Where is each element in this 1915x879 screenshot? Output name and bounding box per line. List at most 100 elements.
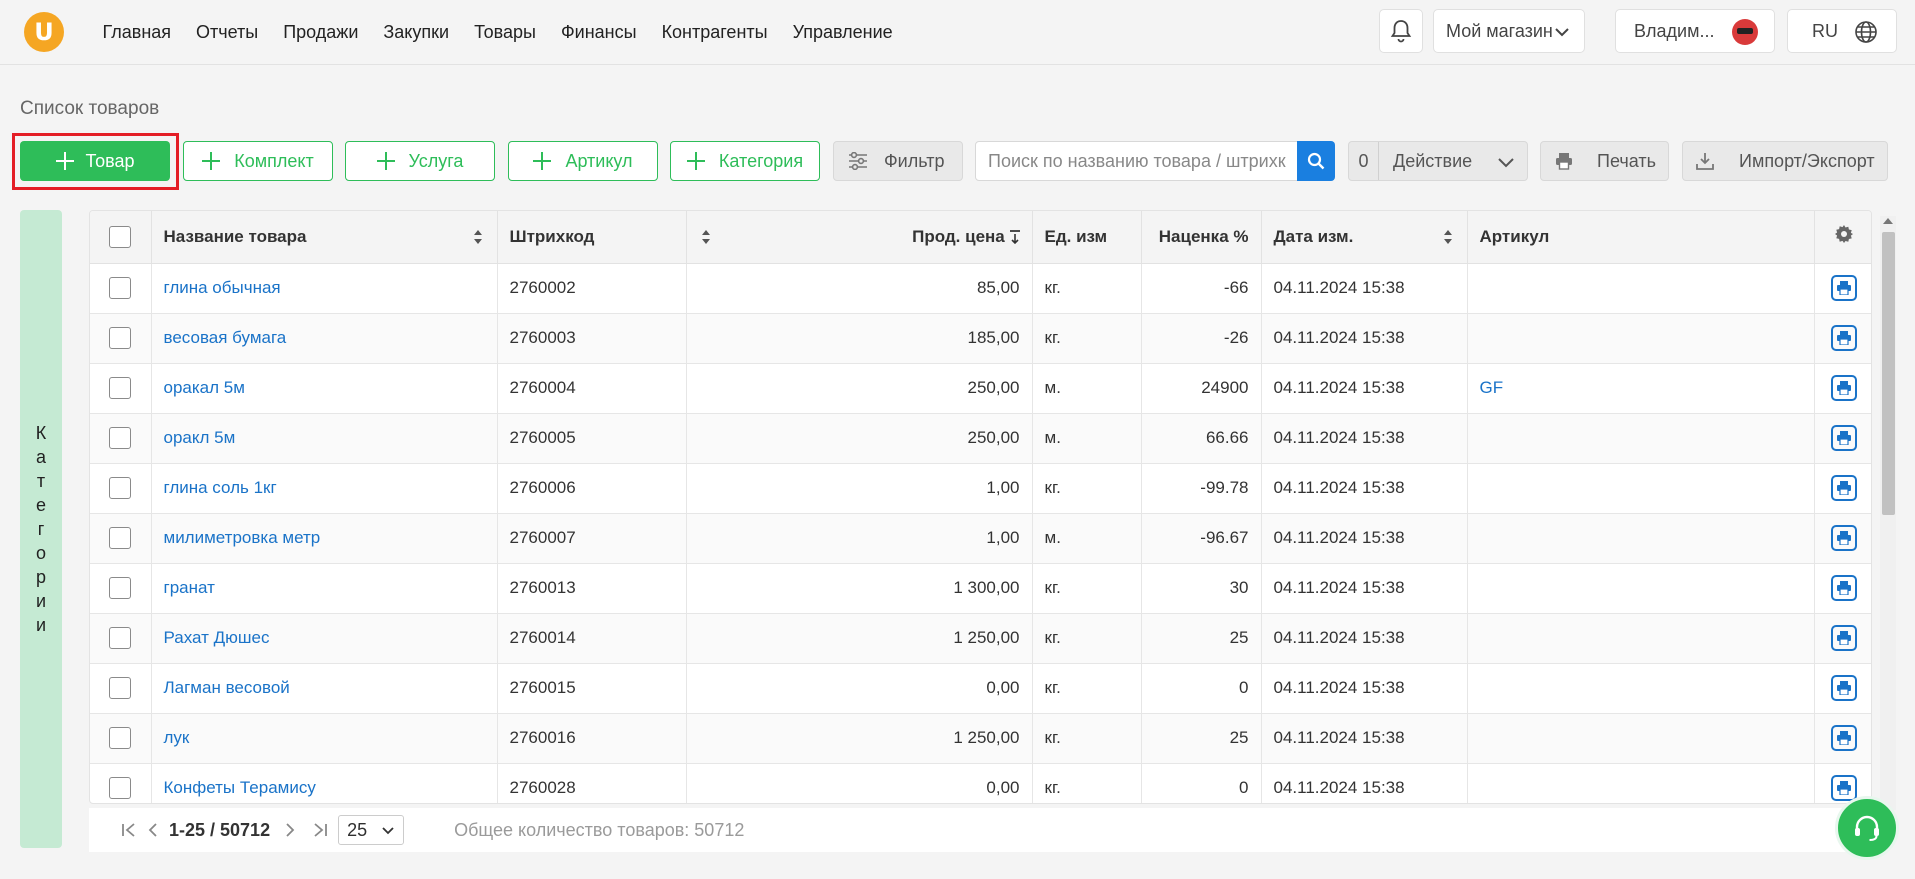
- product-name-link[interactable]: глина обычная: [151, 263, 498, 314]
- printer-icon[interactable]: [1830, 425, 1857, 451]
- row-checkbox[interactable]: [109, 327, 132, 349]
- select-all-checkbox[interactable]: [109, 225, 132, 248]
- row-checkbox[interactable]: [109, 277, 132, 299]
- action-dropdown[interactable]: 0 Действие: [1348, 141, 1528, 181]
- next-page-icon[interactable]: [284, 822, 296, 838]
- user-menu[interactable]: Владим...: [1615, 9, 1775, 53]
- row-checkbox[interactable]: [109, 627, 132, 649]
- nav-item-sales[interactable]: Продажи: [271, 22, 371, 43]
- first-page-icon[interactable]: [121, 822, 137, 838]
- product-name-link[interactable]: лук: [151, 713, 498, 764]
- scrollbar-thumb[interactable]: [1882, 232, 1895, 515]
- gear-icon[interactable]: [1834, 224, 1854, 244]
- table-row[interactable]: лук 2760016 1 250,00 кг. 25 04.11.2024 1…: [90, 713, 1871, 764]
- row-checkbox[interactable]: [109, 727, 132, 749]
- print-button[interactable]: Печать: [1540, 141, 1669, 181]
- nav-item-home[interactable]: Главная: [90, 22, 184, 43]
- scroll-up-arrow[interactable]: [1883, 218, 1893, 224]
- article-cell[interactable]: [1467, 513, 1815, 564]
- article-cell[interactable]: [1467, 763, 1815, 803]
- import-export-button[interactable]: Импорт/Экспорт: [1682, 141, 1888, 181]
- last-page-icon[interactable]: [312, 822, 328, 838]
- column-header-article[interactable]: Артикул: [1467, 211, 1815, 264]
- notifications-button[interactable]: [1379, 9, 1423, 53]
- column-header-name[interactable]: Название товара: [151, 211, 498, 264]
- row-checkbox[interactable]: [109, 677, 132, 699]
- table-row[interactable]: глина обычная 2760002 85,00 кг. -66 04.1…: [90, 263, 1871, 314]
- product-name-link[interactable]: гранат: [151, 563, 498, 614]
- article-cell[interactable]: [1467, 413, 1815, 464]
- table-row[interactable]: весовая бумага 2760003 185,00 кг. -26 04…: [90, 313, 1871, 364]
- column-header-date[interactable]: Дата изм.: [1261, 211, 1468, 264]
- table-row[interactable]: милиметровка метр 2760007 1,00 м. -96.67…: [90, 513, 1871, 564]
- product-name-link[interactable]: оракл 5м: [151, 413, 498, 464]
- printer-icon[interactable]: [1830, 675, 1857, 701]
- row-checkbox[interactable]: [109, 777, 132, 799]
- add-category-label: Категория: [718, 150, 804, 171]
- table-row[interactable]: Конфеты Терамису 2760028 0,00 кг. 0 04.1…: [90, 763, 1871, 803]
- product-name-link[interactable]: Конфеты Терамису: [151, 763, 498, 803]
- filter-button[interactable]: Фильтр: [833, 141, 963, 181]
- table-row[interactable]: Рахат Дюшес 2760014 1 250,00 кг. 25 04.1…: [90, 613, 1871, 664]
- column-header-price[interactable]: Прод. цена: [686, 211, 1033, 264]
- column-header-markup[interactable]: Наценка %: [1141, 211, 1262, 264]
- store-selector[interactable]: Мой магазин: [1433, 9, 1585, 53]
- row-checkbox[interactable]: [109, 477, 132, 499]
- language-selector[interactable]: RU: [1787, 9, 1897, 53]
- add-product-button[interactable]: Товар: [20, 141, 170, 181]
- app-logo[interactable]: U: [24, 12, 64, 52]
- table-row[interactable]: глина соль 1кг 2760006 1,00 кг. -99.78 0…: [90, 463, 1871, 514]
- prev-page-icon[interactable]: [147, 822, 159, 838]
- row-checkbox[interactable]: [109, 527, 132, 549]
- printer-icon[interactable]: [1830, 325, 1857, 351]
- printer-icon[interactable]: [1830, 375, 1857, 401]
- article-cell[interactable]: [1467, 563, 1815, 614]
- add-kit-button[interactable]: Комплект: [183, 141, 333, 181]
- article-cell[interactable]: [1467, 713, 1815, 764]
- support-chat-button[interactable]: [1835, 796, 1899, 860]
- nav-item-reports[interactable]: Отчеты: [184, 22, 271, 43]
- product-name-link[interactable]: весовая бумага: [151, 313, 498, 364]
- printer-icon[interactable]: [1830, 525, 1857, 551]
- article-cell[interactable]: [1467, 463, 1815, 514]
- nav-item-contractors[interactable]: Контрагенты: [649, 22, 780, 43]
- table-row[interactable]: оракал 5м 2760004 250,00 м. 24900 04.11.…: [90, 363, 1871, 414]
- printer-icon[interactable]: [1830, 575, 1857, 601]
- product-name-link[interactable]: оракал 5м: [151, 363, 498, 414]
- article-cell[interactable]: GF: [1467, 363, 1815, 414]
- search-button[interactable]: [1297, 141, 1335, 181]
- row-checkbox[interactable]: [109, 577, 132, 599]
- printer-icon[interactable]: [1830, 475, 1857, 501]
- article-cell[interactable]: [1467, 613, 1815, 664]
- product-name-link[interactable]: Рахат Дюшес: [151, 613, 498, 664]
- article-cell[interactable]: [1467, 663, 1815, 714]
- article-cell[interactable]: [1467, 313, 1815, 364]
- nav-item-finance[interactable]: Финансы: [548, 22, 649, 43]
- categories-panel-toggle[interactable]: К а т е г о р и и: [20, 210, 62, 848]
- nav-item-purchases[interactable]: Закупки: [371, 22, 462, 43]
- add-category-button[interactable]: Категория: [670, 141, 820, 181]
- add-article-button[interactable]: Артикул: [508, 141, 658, 181]
- nav-item-products[interactable]: Товары: [462, 22, 549, 43]
- printer-icon[interactable]: [1830, 725, 1857, 751]
- product-name-link[interactable]: глина соль 1кг: [151, 463, 498, 514]
- printer-icon[interactable]: [1830, 275, 1857, 301]
- nav-item-management[interactable]: Управление: [780, 22, 905, 43]
- column-header-barcode[interactable]: Штрихкод: [497, 211, 687, 264]
- add-service-button[interactable]: Услуга: [345, 141, 495, 181]
- product-name-link[interactable]: Лагман весовой: [151, 663, 498, 714]
- price-cell: 1,00: [686, 463, 1033, 514]
- product-name-link[interactable]: милиметровка метр: [151, 513, 498, 564]
- printer-icon[interactable]: [1830, 625, 1857, 651]
- plus-icon: [686, 152, 705, 170]
- table-row[interactable]: гранат 2760013 1 300,00 кг. 30 04.11.202…: [90, 563, 1871, 614]
- printer-icon[interactable]: [1830, 775, 1857, 801]
- column-header-unit[interactable]: Ед. изм: [1032, 211, 1142, 264]
- article-cell[interactable]: [1467, 263, 1815, 314]
- table-row[interactable]: оракл 5м 2760005 250,00 м. 66.66 04.11.2…: [90, 413, 1871, 464]
- row-checkbox[interactable]: [109, 427, 132, 449]
- search-input[interactable]: [976, 142, 1298, 180]
- page-size-select[interactable]: 25: [338, 815, 405, 845]
- row-checkbox[interactable]: [109, 377, 132, 399]
- table-row[interactable]: Лагман весовой 2760015 0,00 кг. 0 04.11.…: [90, 663, 1871, 714]
